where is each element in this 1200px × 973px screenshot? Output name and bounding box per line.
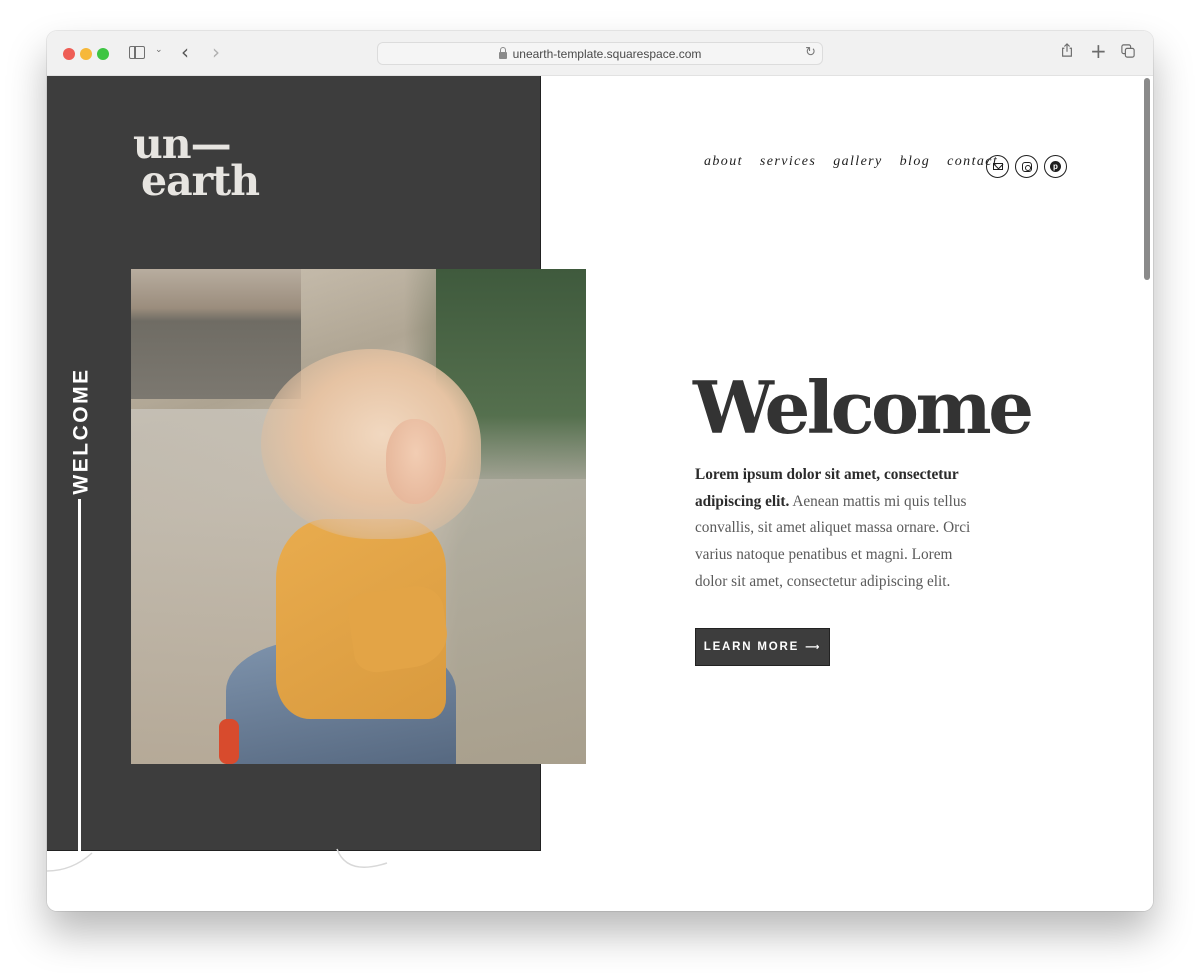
address-bar[interactable]: unearth-template.squarespace.com ↻ bbox=[377, 42, 823, 65]
logo-line-2: earth bbox=[141, 157, 260, 205]
maximize-window-button[interactable] bbox=[97, 48, 109, 60]
browser-toolbar: ⌄ ‹ › unearth-template.squarespace.com ↻… bbox=[47, 31, 1153, 76]
photo-house bbox=[131, 269, 301, 399]
vertical-welcome-text: WELCOME bbox=[70, 366, 93, 495]
learn-more-label: LEARN MORE bbox=[703, 641, 800, 653]
forward-button[interactable]: › bbox=[212, 40, 220, 64]
reload-icon[interactable]: ↻ bbox=[805, 45, 816, 60]
pinterest-icon: p bbox=[1050, 161, 1061, 172]
chevron-down-icon[interactable]: ⌄ bbox=[155, 45, 163, 55]
vertical-divider-line bbox=[78, 499, 81, 854]
vertical-welcome-label: WELCOME bbox=[67, 367, 97, 494]
photo-hair bbox=[261, 349, 481, 539]
nav-about[interactable]: about bbox=[704, 154, 743, 170]
arrow-right-icon: ⟶ bbox=[805, 641, 822, 653]
hero-title: Welcome bbox=[693, 365, 1034, 450]
page-scrollbar[interactable] bbox=[1144, 78, 1150, 280]
hero-photo bbox=[131, 269, 586, 764]
main-nav: about services gallery blog contact bbox=[704, 154, 1015, 170]
photo-face bbox=[386, 419, 446, 504]
back-button[interactable]: ‹ bbox=[181, 40, 189, 64]
hero-body: Lorem ipsum dolor sit amet, consectetur … bbox=[695, 462, 980, 596]
sidebar-toggle-icon[interactable] bbox=[129, 46, 145, 59]
lock-icon bbox=[498, 46, 507, 59]
photo-red-patch bbox=[219, 719, 239, 764]
decorative-curve bbox=[47, 848, 388, 872]
nav-gallery[interactable]: gallery bbox=[833, 154, 882, 170]
page-viewport: un— earth WELCOME about services gallery… bbox=[47, 76, 1153, 911]
tab-overview-icon[interactable] bbox=[1121, 44, 1135, 58]
nav-blog[interactable]: blog bbox=[900, 154, 931, 170]
share-icon[interactable] bbox=[1060, 43, 1074, 57]
mail-icon bbox=[992, 163, 1003, 170]
instagram-link[interactable] bbox=[1015, 155, 1038, 178]
minimize-window-button[interactable] bbox=[80, 48, 92, 60]
instagram-icon bbox=[1021, 161, 1032, 172]
url-text: unearth-template.squarespace.com bbox=[512, 46, 702, 61]
site-logo[interactable]: un— earth bbox=[133, 124, 260, 205]
close-window-button[interactable] bbox=[63, 48, 75, 60]
pinterest-link[interactable]: p bbox=[1044, 155, 1067, 178]
learn-more-button[interactable]: LEARN MORE ⟶ bbox=[695, 628, 830, 666]
new-tab-button[interactable]: + bbox=[1090, 39, 1107, 63]
browser-window: ⌄ ‹ › unearth-template.squarespace.com ↻… bbox=[47, 31, 1153, 911]
email-link[interactable] bbox=[986, 155, 1009, 178]
nav-services[interactable]: services bbox=[760, 154, 816, 170]
